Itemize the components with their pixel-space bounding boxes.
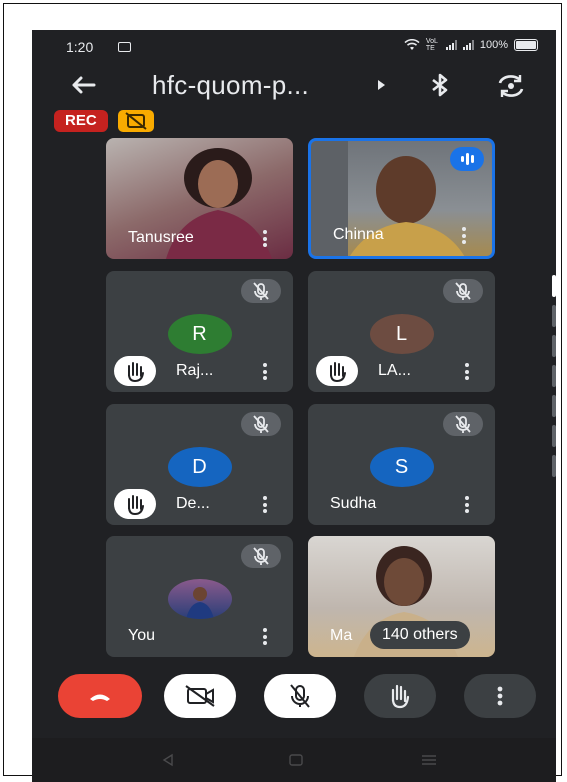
participant-name: De... [176, 495, 210, 512]
chevron-right-icon[interactable] [378, 80, 385, 90]
system-nav-bar [32, 738, 556, 782]
participant-name: You [128, 627, 155, 644]
raise-hand-icon [114, 489, 156, 519]
participant-tile-la[interactable]: L LA... [308, 271, 495, 392]
more-vert-icon[interactable] [465, 363, 469, 380]
meeting-header: hfc-quom-p... [32, 66, 556, 106]
scrollbar[interactable] [552, 275, 556, 495]
more-vert-icon[interactable] [462, 227, 466, 244]
participant-name: Ma [330, 627, 353, 644]
participant-tile-chinna[interactable]: Chinna [308, 138, 495, 259]
avatar: R [167, 314, 232, 354]
camera-toggle-button[interactable] [164, 674, 236, 718]
more-vert-icon[interactable] [263, 628, 267, 645]
switch-camera-icon[interactable] [496, 72, 526, 100]
signal-icon-2 [462, 40, 474, 50]
participant-name: Chinna [333, 226, 384, 243]
battery-icon [514, 39, 538, 51]
mic-off-icon [241, 544, 281, 568]
bluetooth-icon[interactable] [428, 72, 452, 98]
more-vert-icon[interactable] [465, 496, 469, 513]
raise-hand-icon [316, 356, 358, 386]
status-bar: 1:20 VoLTE 100% [32, 30, 556, 62]
others-count-badge[interactable]: 140 others [370, 621, 470, 649]
avatar: S [369, 447, 434, 487]
status-time: 1:20 [66, 39, 94, 55]
mic-off-icon [443, 279, 483, 303]
speaking-indicator-icon [450, 147, 484, 171]
more-options-button[interactable] [464, 674, 536, 718]
screenshot-frame: 1:20 VoLTE 100% hfc-quom-p... REC Tanusr… [3, 3, 562, 782]
meet-screen: 1:20 VoLTE 100% hfc-quom-p... REC Tanusr… [32, 30, 556, 782]
end-call-button[interactable] [58, 674, 142, 718]
status-right: VoLTE 100% [404, 38, 538, 52]
wifi-icon [404, 39, 420, 50]
avatar: D [167, 447, 232, 487]
participant-tile-tanusree[interactable]: Tanusree [106, 138, 293, 259]
participant-tile-others[interactable]: Ma 140 others [308, 536, 495, 657]
meeting-title[interactable]: hfc-quom-p... [152, 70, 309, 101]
participant-name: Sudha [330, 495, 377, 512]
participant-name: Tanusree [128, 229, 194, 246]
mic-toggle-button[interactable] [264, 674, 336, 718]
participant-tile-you[interactable]: You [106, 536, 293, 657]
battery-percent: 100% [479, 39, 508, 51]
nav-back-icon[interactable] [162, 753, 173, 767]
avatar: L [369, 314, 434, 354]
nav-recents-icon[interactable] [422, 755, 436, 765]
participant-name: LA... [378, 362, 411, 379]
recording-badges: REC [54, 110, 154, 132]
participant-name: Raj... [176, 362, 214, 379]
cast-icon [118, 42, 131, 52]
mic-off-icon [241, 412, 281, 436]
mic-off-icon [290, 684, 310, 708]
participant-tile-sudha[interactable]: S Sudha [308, 404, 495, 525]
more-vert-icon[interactable] [263, 230, 267, 247]
raise-hand-button[interactable] [364, 674, 436, 718]
mic-off-icon [241, 279, 281, 303]
more-vert-icon[interactable] [263, 363, 267, 380]
arrow-left-icon[interactable] [68, 70, 98, 100]
raise-hand-icon [114, 356, 156, 386]
call-controls [32, 674, 556, 730]
more-vert-icon[interactable] [263, 496, 267, 513]
mic-off-icon [443, 412, 483, 436]
captions-off-icon [117, 110, 154, 132]
more-vert-icon [497, 686, 503, 706]
camera-off-icon [185, 685, 215, 707]
phone-hangup-icon [90, 694, 110, 701]
participant-tile-de[interactable]: D De... [106, 404, 293, 525]
rec-badge: REC [54, 110, 108, 132]
nav-home-icon[interactable] [289, 754, 303, 766]
avatar-photo [167, 579, 232, 619]
network-label: VoLTE [425, 38, 438, 52]
signal-icon [445, 40, 457, 50]
raise-hand-icon [391, 684, 410, 709]
participant-tile-raj[interactable]: R Raj... [106, 271, 293, 392]
